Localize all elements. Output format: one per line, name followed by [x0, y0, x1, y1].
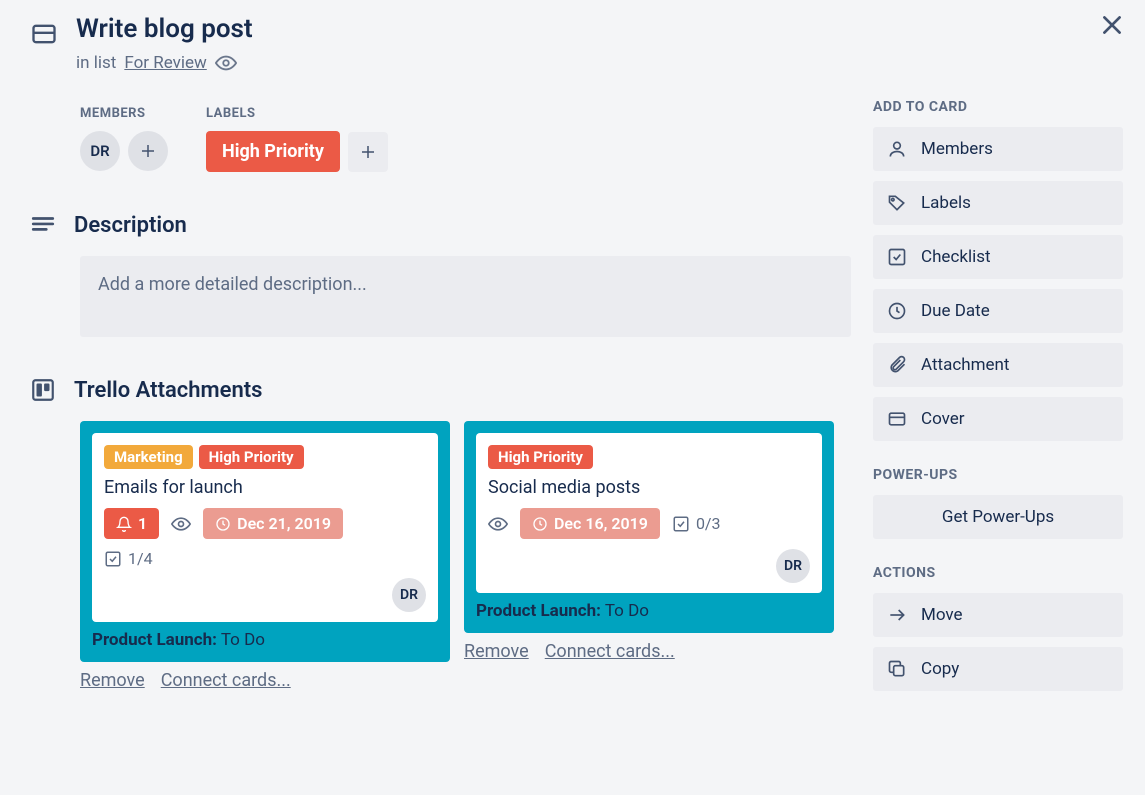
label-chip[interactable]: High Priority — [206, 131, 340, 172]
checklist-badge: 0/3 — [672, 514, 721, 533]
eye-icon — [171, 514, 191, 534]
due-date-button-label: Due Date — [921, 301, 990, 321]
get-powerups-button[interactable]: Get Power-Ups — [873, 495, 1123, 539]
trello-icon — [30, 377, 56, 403]
card-icon — [30, 20, 58, 48]
labels-heading: LABELS — [206, 106, 388, 121]
copy-button-label: Copy — [921, 659, 959, 679]
description-input[interactable]: Add a more detailed description... — [80, 256, 851, 337]
attachment-card[interactable]: MarketingHigh Priority Emails for launch 1… — [80, 421, 450, 662]
description-heading: Description — [74, 213, 187, 238]
cover-button-label: Cover — [921, 409, 965, 429]
powerups-heading: POWER-UPS — [873, 467, 1123, 483]
add-label-button[interactable] — [348, 132, 388, 172]
mini-label: Marketing — [104, 445, 193, 469]
bell-badge: 1 — [104, 508, 159, 539]
attachment-avatar: DR — [776, 549, 810, 583]
attachment-button[interactable]: Attachment — [873, 343, 1123, 387]
card-title[interactable]: Write blog post — [76, 14, 253, 44]
remove-link[interactable]: Remove — [80, 670, 145, 691]
attachment-title: Social media posts — [488, 477, 810, 498]
mini-label: High Priority — [199, 445, 304, 469]
add-to-card-heading: ADD TO CARD — [873, 99, 1123, 115]
remove-link[interactable]: Remove — [464, 641, 529, 662]
attachment-button-label: Attachment — [921, 355, 1009, 375]
attachment-board: Product Launch: To Do — [92, 630, 438, 650]
attachment-title: Emails for launch — [104, 477, 426, 498]
checklist-button-label: Checklist — [921, 247, 991, 267]
add-member-button[interactable] — [128, 131, 168, 171]
member-avatar[interactable]: DR — [80, 131, 120, 171]
checklist-button[interactable]: Checklist — [873, 235, 1123, 279]
labels-button-label: Labels — [921, 193, 971, 213]
move-button[interactable]: Move — [873, 593, 1123, 637]
actions-heading: ACTIONS — [873, 565, 1123, 581]
connect-cards-link[interactable]: Connect cards... — [545, 641, 675, 662]
connect-cards-link[interactable]: Connect cards... — [161, 670, 291, 691]
close-button[interactable] — [1099, 12, 1125, 38]
copy-button[interactable]: Copy — [873, 647, 1123, 691]
cover-button[interactable]: Cover — [873, 397, 1123, 441]
list-link[interactable]: For Review — [124, 53, 206, 73]
members-heading: MEMBERS — [80, 106, 168, 121]
members-button-label: Members — [921, 139, 993, 159]
due-date-button[interactable]: Due Date — [873, 289, 1123, 333]
eye-icon — [488, 514, 508, 534]
labels-button[interactable]: Labels — [873, 181, 1123, 225]
members-button[interactable]: Members — [873, 127, 1123, 171]
checklist-badge: 1/4 — [104, 549, 153, 568]
due-badge: Dec 21, 2019 — [203, 508, 343, 539]
attachment-avatar: DR — [392, 578, 426, 612]
mini-label: High Priority — [488, 445, 593, 469]
move-button-label: Move — [921, 605, 963, 625]
attachments-heading: Trello Attachments — [74, 378, 262, 403]
attachment-card[interactable]: High Priority Social media posts Dec 16, 2… — [464, 421, 834, 633]
get-powerups-label: Get Power-Ups — [942, 507, 1054, 527]
description-icon — [30, 212, 56, 238]
watch-icon[interactable] — [215, 52, 237, 74]
in-list-prefix: in list — [76, 53, 116, 73]
due-badge: Dec 16, 2019 — [520, 508, 660, 539]
attachment-board: Product Launch: To Do — [476, 601, 822, 621]
